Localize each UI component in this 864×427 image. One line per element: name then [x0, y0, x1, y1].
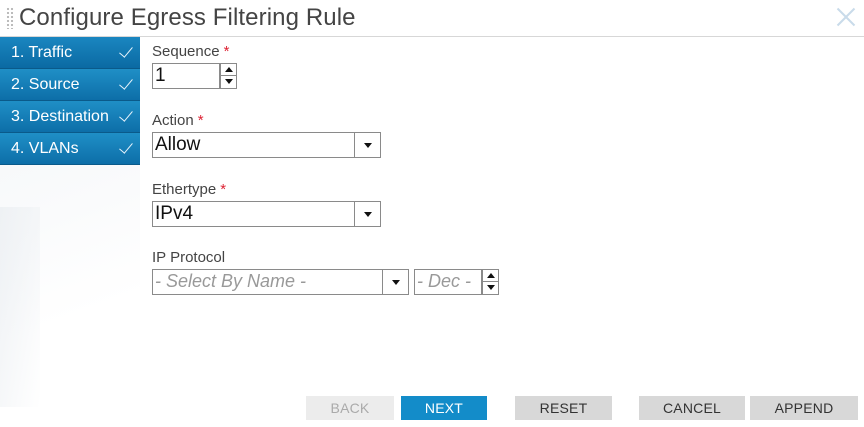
required-marker: *: [223, 43, 230, 60]
step-source[interactable]: 2. Source: [0, 69, 140, 101]
ip-protocol-dec-stepper[interactable]: [482, 269, 499, 295]
sequence-input[interactable]: 1: [152, 63, 220, 89]
sequence-label-text: Sequence: [152, 43, 220, 60]
dialog-title: Configure Egress Filtering Rule: [19, 4, 356, 31]
required-marker: *: [197, 112, 204, 129]
check-icon: [118, 45, 132, 55]
step-label: 2. Source: [11, 76, 80, 93]
action-label-text: Action: [152, 112, 194, 129]
check-icon: [118, 77, 132, 87]
reset-button[interactable]: RESET: [515, 396, 612, 420]
close-icon[interactable]: [836, 6, 856, 26]
ip-protocol-dec-input[interactable]: - Dec -: [414, 269, 482, 295]
sequence-value: 1: [155, 65, 166, 86]
required-marker: *: [220, 181, 227, 198]
dialog-header[interactable]: Configure Egress Filtering Rule: [0, 0, 864, 37]
check-icon: [118, 109, 132, 119]
drag-handle-icon[interactable]: [6, 7, 14, 29]
egress-rule-dialog: Configure Egress Filtering Rule 1. Traff…: [0, 0, 864, 427]
step-vlans[interactable]: 4. VLANs: [0, 133, 140, 165]
sequence-label: Sequence *: [152, 43, 229, 60]
back-button[interactable]: BACK: [306, 396, 394, 420]
ip-protocol-label-text: IP Protocol: [152, 249, 226, 266]
step-destination[interactable]: 3. Destination: [0, 101, 140, 133]
append-button[interactable]: APPEND: [750, 396, 858, 420]
action-label: Action *: [152, 112, 204, 129]
step-label: 4. VLANs: [11, 140, 79, 157]
ip-protocol-dec-placeholder: - Dec -: [417, 271, 471, 291]
increment-icon[interactable]: [483, 270, 498, 282]
action-select[interactable]: Allow: [152, 132, 381, 158]
sequence-stepper[interactable]: [220, 63, 237, 89]
decrement-icon[interactable]: [221, 76, 236, 88]
ip-protocol-name-select[interactable]: - Select By Name -: [152, 269, 409, 295]
step-label: 3. Destination: [11, 108, 109, 125]
chevron-down-icon[interactable]: [354, 133, 380, 157]
ethertype-label-text: Ethertype: [152, 181, 217, 198]
check-icon: [118, 141, 132, 151]
wizard-steps: 1. Traffic 2. Source 3. Destination 4. V…: [0, 37, 140, 165]
ethertype-select[interactable]: IPv4: [152, 201, 381, 227]
chevron-down-icon[interactable]: [354, 202, 380, 226]
ip-protocol-name-placeholder: - Select By Name -: [155, 271, 307, 291]
step-label: 1. Traffic: [11, 44, 73, 61]
action-value: Allow: [155, 134, 201, 155]
cancel-button[interactable]: CANCEL: [639, 396, 745, 420]
ethertype-label: Ethertype *: [152, 181, 226, 198]
decrement-icon[interactable]: [483, 282, 498, 294]
chevron-down-icon[interactable]: [382, 270, 408, 294]
ip-protocol-label: IP Protocol: [152, 249, 225, 266]
step-traffic[interactable]: 1. Traffic: [0, 37, 140, 69]
ethertype-value: IPv4: [155, 203, 194, 224]
next-button[interactable]: NEXT: [401, 396, 487, 420]
sidebar-decoration: [0, 207, 40, 407]
increment-icon[interactable]: [221, 64, 236, 76]
